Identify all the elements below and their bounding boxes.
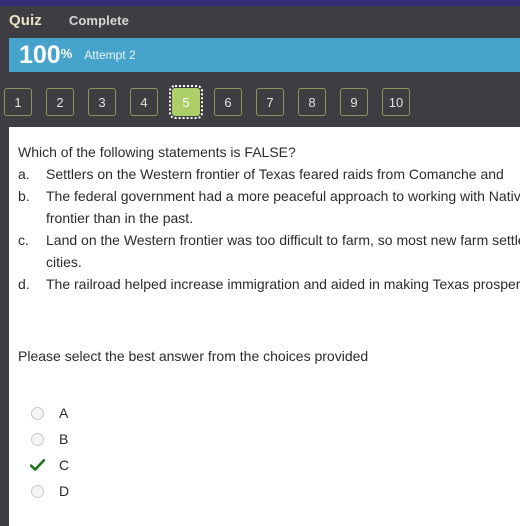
answer-choice-b[interactable]: B [18, 426, 520, 452]
question-option: b. The federal government had a more peac… [18, 185, 520, 229]
question-number-button-7[interactable]: 7 [256, 88, 284, 116]
answer-choice-list: ABCD [18, 400, 520, 504]
answer-choice-a[interactable]: A [18, 400, 520, 426]
question-option-text: Land on the Western frontier was too dif… [46, 232, 520, 270]
answer-choice-label: D [59, 483, 70, 499]
question-number-button-3[interactable]: 3 [88, 88, 116, 116]
question-option-text: Settlers on the Western frontier of Texa… [46, 166, 504, 182]
score-value: 100 [19, 40, 61, 69]
answer-choice-label: A [59, 405, 69, 421]
question-option-list: a. Settlers on the Western frontier of Te… [18, 163, 520, 295]
attempt-label: Attempt 2 [84, 48, 136, 62]
question-option-text: The railroad helped increase immigration… [46, 276, 520, 292]
radio-button-icon[interactable] [31, 406, 44, 420]
check-icon [30, 458, 45, 471]
score-banner: 100 % Attempt 2 [9, 38, 520, 72]
question-option: d. The railroad helped increase immigrati… [18, 273, 520, 295]
question-option-letter: b. [18, 188, 30, 204]
question-option-text: The federal government had a more peacef… [46, 188, 520, 226]
question-number-button-6[interactable]: 6 [214, 88, 242, 116]
score-percent-symbol: % [60, 46, 73, 61]
question-number-button-5[interactable]: 5 [169, 85, 203, 119]
radio-button-icon[interactable] [31, 484, 44, 498]
answer-instruction: Please select the best answer from the c… [18, 348, 369, 364]
page-title: Quiz [9, 11, 42, 29]
answer-choice-c[interactable]: C [18, 452, 520, 478]
answer-choice-label: B [59, 431, 69, 447]
answer-choice-d[interactable]: D [18, 478, 520, 504]
radio-button-icon[interactable] [31, 432, 44, 446]
question-content-panel: Which of the following statements is FAL… [9, 127, 520, 526]
question-option-letter: a. [18, 166, 30, 182]
question-number-button-9[interactable]: 9 [340, 88, 368, 116]
question-number-button-4[interactable]: 4 [130, 88, 158, 116]
question-option: a. Settlers on the Western frontier of Te… [18, 163, 520, 185]
question-number-button-10[interactable]: 10 [382, 88, 410, 116]
question-number-button-2[interactable]: 2 [46, 88, 74, 116]
question-stem: Which of the following statements is FAL… [18, 144, 296, 160]
question-option-letter: c. [18, 232, 29, 248]
question-number-nav: 1 2 3 4 5 6 7 8 9 10 [4, 85, 520, 119]
status-badge: Complete [68, 12, 129, 28]
question-number-button-8[interactable]: 8 [298, 88, 326, 116]
question-number-button-1[interactable]: 1 [4, 88, 32, 116]
quiz-app: Quiz Complete 100 % Attempt 2 1234567891… [0, 0, 520, 526]
question-option: c. Land on the Western frontier was too d… [18, 229, 520, 273]
question-option-letter: d. [18, 276, 30, 292]
answer-choice-label: C [59, 457, 70, 473]
quiz-header: Quiz Complete [0, 6, 520, 34]
